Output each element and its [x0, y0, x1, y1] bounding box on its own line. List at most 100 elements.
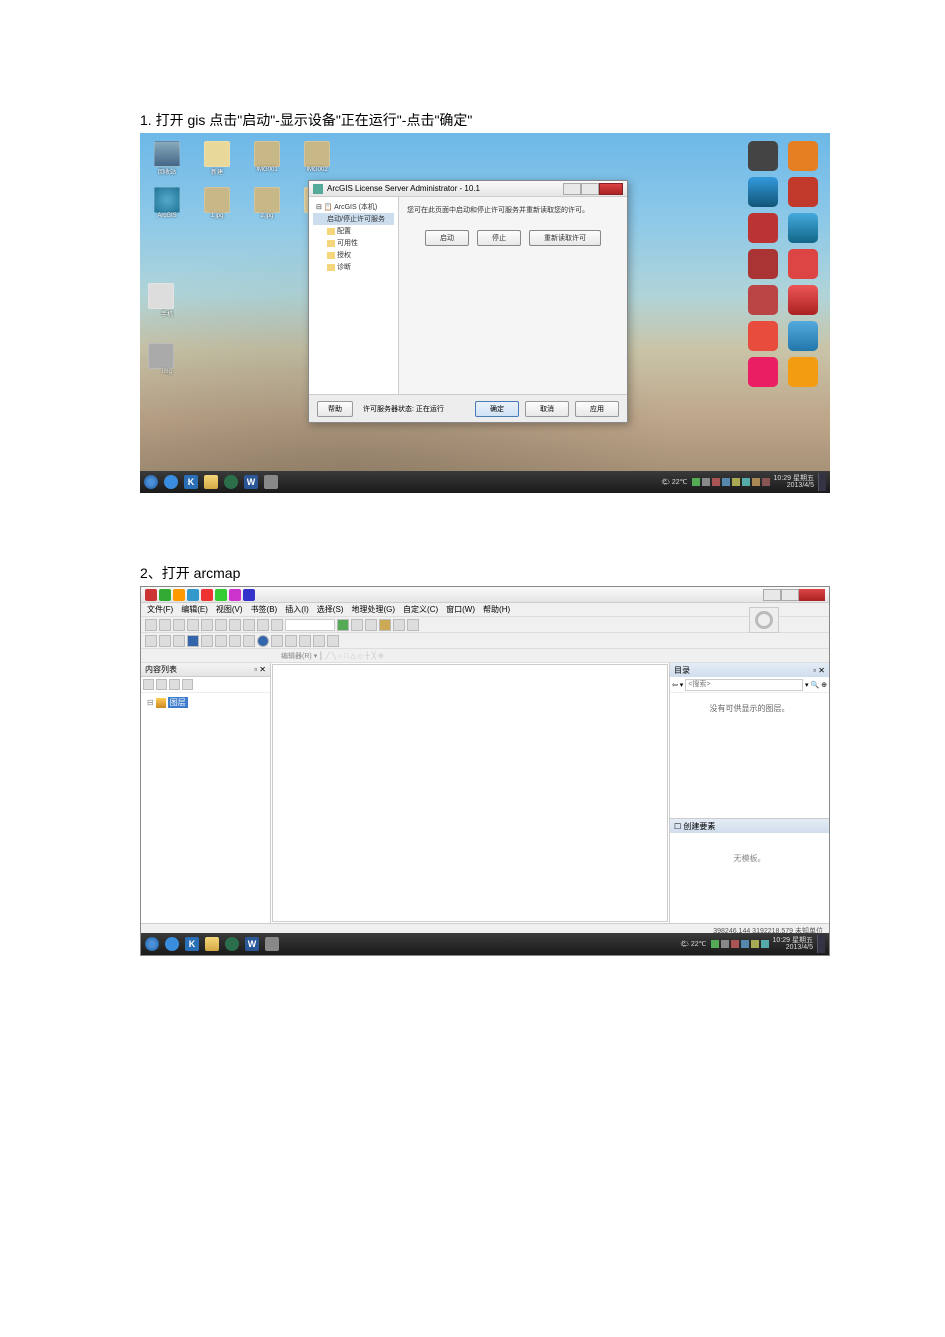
maximize-button[interactable] — [581, 183, 599, 195]
app-icon[interactable] — [748, 249, 778, 279]
tool-icon[interactable] — [337, 619, 349, 631]
app-icon[interactable] — [788, 141, 818, 171]
toc-tool-icon[interactable] — [156, 679, 167, 690]
app-icon[interactable] — [264, 475, 278, 489]
tool-icon[interactable] — [299, 635, 311, 647]
arcglobe-icon[interactable] — [224, 475, 238, 489]
tray-icon[interactable] — [752, 478, 760, 486]
desktop-icon[interactable]: 1.jpg — [198, 187, 236, 229]
app-icon[interactable] — [788, 213, 818, 243]
tool-icon[interactable] — [393, 619, 405, 631]
tree-item[interactable]: 诊断 — [313, 261, 394, 273]
tray-icon[interactable] — [761, 940, 769, 948]
zoomin-icon[interactable] — [145, 635, 157, 647]
taskbar-clock[interactable]: 10:29 星期五 2013/4/5 — [774, 475, 814, 489]
catalog-search-input[interactable] — [685, 679, 803, 691]
new-icon[interactable] — [145, 619, 157, 631]
open-icon[interactable] — [159, 619, 171, 631]
tray-icon[interactable] — [731, 940, 739, 948]
desktop-icon[interactable]: IMG001 — [248, 141, 286, 183]
word-icon[interactable]: W — [245, 937, 259, 951]
app-icon[interactable] — [788, 357, 818, 387]
menu-geoprocessing[interactable]: 地理处理(G) — [351, 604, 395, 615]
save-icon[interactable] — [173, 619, 185, 631]
menu-help[interactable]: 帮助(H) — [483, 604, 510, 615]
app-icon[interactable] — [788, 249, 818, 279]
title-icon[interactable] — [173, 589, 185, 601]
desktop-icon[interactable]: 2.jpg — [248, 187, 286, 229]
toc-header[interactable]: 内容列表▫ ✕ — [141, 663, 270, 677]
tool-icon[interactable] — [379, 619, 391, 631]
tree-root[interactable]: ⊟ 📋 ArcGIS (本机) — [313, 201, 394, 213]
tray-icon[interactable] — [721, 940, 729, 948]
tray-icon[interactable] — [762, 478, 770, 486]
title-icon[interactable] — [145, 589, 157, 601]
start-button[interactable]: 启动 — [425, 230, 469, 246]
folder-icon[interactable] — [204, 475, 218, 489]
print-icon[interactable] — [187, 619, 199, 631]
tool-icon[interactable] — [243, 635, 255, 647]
menu-insert[interactable]: 插入(I) — [285, 604, 309, 615]
minimize-button[interactable] — [763, 589, 781, 601]
help-button[interactable]: 帮助 — [317, 401, 353, 417]
ok-button[interactable]: 确定 — [475, 401, 519, 417]
close-button[interactable] — [599, 183, 623, 195]
word-icon[interactable]: W — [244, 475, 258, 489]
tool-icon[interactable] — [285, 635, 297, 647]
toc-tool-icon[interactable] — [143, 679, 154, 690]
create-header[interactable]: ☐ 创建要素 — [670, 819, 829, 833]
folder-icon[interactable] — [205, 937, 219, 951]
tree-item-selected[interactable]: 启动/停止许可服务 — [313, 213, 394, 225]
redo-icon[interactable] — [257, 619, 269, 631]
ie-icon[interactable] — [164, 475, 178, 489]
weather-widget[interactable]: 🌤 22℃ — [680, 940, 706, 948]
app-icon[interactable] — [788, 285, 818, 315]
close-button[interactable] — [799, 589, 825, 601]
tool-icon[interactable] — [215, 635, 227, 647]
taskbar-clock[interactable]: 10:29 星期五 2013/4/5 — [773, 937, 813, 951]
cancel-button[interactable]: 取消 — [525, 401, 569, 417]
k-icon[interactable]: K — [184, 475, 198, 489]
tool-icon[interactable] — [365, 619, 377, 631]
tray-icon[interactable] — [692, 478, 700, 486]
menu-view[interactable]: 视图(V) — [216, 604, 243, 615]
desktop-icon[interactable]: 手机 — [148, 283, 186, 318]
desktop-icon[interactable]: img — [148, 343, 186, 375]
dialog-titlebar[interactable]: ArcGIS License Server Administrator - 10… — [309, 181, 627, 197]
menu-file[interactable]: 文件(F) — [147, 604, 173, 615]
start-button-icon[interactable] — [145, 937, 159, 951]
toc-tool-icon[interactable] — [182, 679, 193, 690]
copy-icon[interactable] — [215, 619, 227, 631]
editor-label[interactable]: 编辑器(R) — [281, 651, 312, 661]
ie-icon[interactable] — [165, 937, 179, 951]
menu-window[interactable]: 窗口(W) — [446, 604, 475, 615]
tool-icon[interactable] — [201, 635, 213, 647]
tray-icon[interactable] — [742, 478, 750, 486]
weather-widget[interactable]: 🌤 22℃ — [661, 478, 687, 486]
app-icon[interactable] — [748, 321, 778, 351]
tray-icon[interactable] — [732, 478, 740, 486]
tray-icon[interactable] — [751, 940, 759, 948]
tray-icon[interactable] — [712, 478, 720, 486]
cut-icon[interactable] — [201, 619, 213, 631]
apply-button[interactable]: 应用 — [575, 401, 619, 417]
title-icon[interactable] — [243, 589, 255, 601]
app-icon[interactable] — [788, 177, 818, 207]
menu-customize[interactable]: 自定义(C) — [403, 604, 438, 615]
title-icon[interactable] — [159, 589, 171, 601]
tool-icon[interactable] — [229, 635, 241, 647]
tray-icon[interactable] — [741, 940, 749, 948]
toc-root-layer[interactable]: ⊟ 图层 — [144, 696, 267, 709]
app-icon[interactable] — [748, 357, 778, 387]
undo-icon[interactable] — [243, 619, 255, 631]
reread-button[interactable]: 重新读取许可 — [529, 230, 601, 246]
menu-selection[interactable]: 选择(S) — [317, 604, 344, 615]
tree-item[interactable]: 授权 — [313, 249, 394, 261]
desktop-icon[interactable]: 新建 — [198, 141, 236, 183]
tool-icon[interactable] — [271, 635, 283, 647]
paste-icon[interactable] — [229, 619, 241, 631]
app-icon[interactable] — [265, 937, 279, 951]
catalog-header[interactable]: 目录▫ ✕ — [670, 663, 829, 677]
map-canvas[interactable] — [272, 664, 668, 922]
tool-icon[interactable] — [351, 619, 363, 631]
